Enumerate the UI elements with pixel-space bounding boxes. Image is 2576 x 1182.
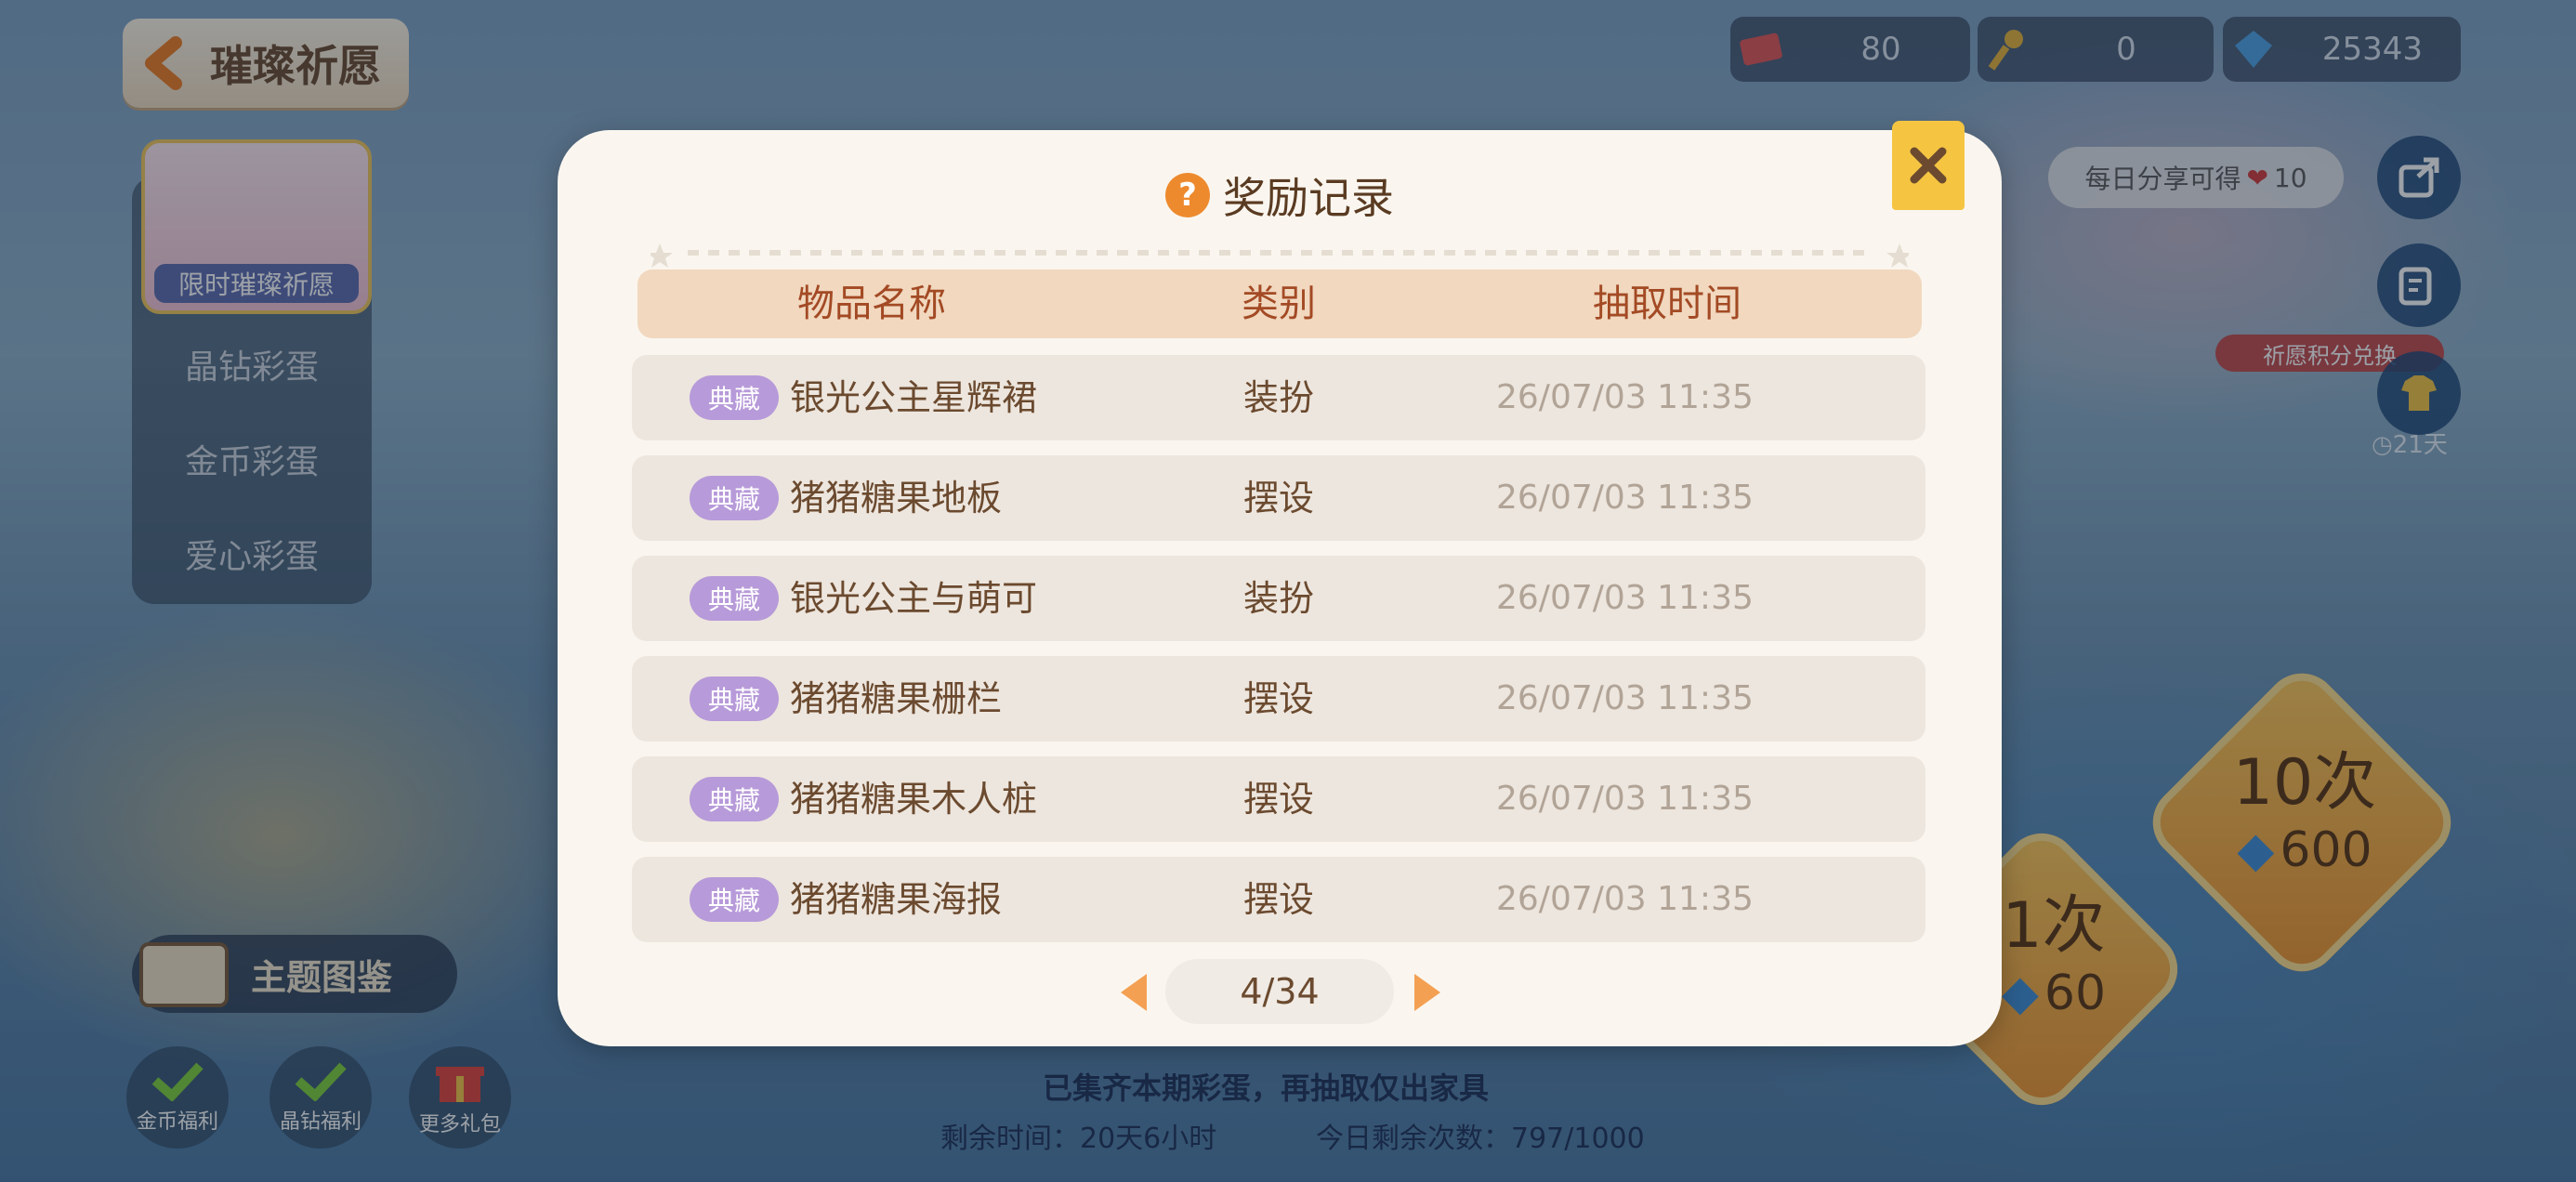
rarity-badge: 典藏 xyxy=(690,877,779,922)
draw-time: 26/07/03 11:35 xyxy=(1496,679,1754,717)
draw-time: 26/07/03 11:35 xyxy=(1496,479,1754,517)
item-category: 摆设 xyxy=(1242,478,1314,519)
item-name: 银光公主星辉裙 xyxy=(790,377,1038,418)
rarity-badge: 典藏 xyxy=(690,676,779,721)
pagination: 4/34 xyxy=(558,959,2002,1024)
table-row: 典藏 猪猪糖果栅栏 摆设 26/07/03 11:35 xyxy=(632,656,1925,742)
page-indicator: 4/34 xyxy=(1165,959,1394,1024)
col-item-name: 物品名称 xyxy=(797,282,946,325)
table-header: 物品名称 类别 抽取时间 xyxy=(637,269,1922,338)
item-category: 摆设 xyxy=(1242,678,1314,719)
rarity-badge: 典藏 xyxy=(690,576,779,621)
item-category: 装扮 xyxy=(1242,578,1314,619)
item-category: 摆设 xyxy=(1242,779,1314,820)
item-name: 猪猪糖果栅栏 xyxy=(790,678,1003,719)
draw-time: 26/07/03 11:35 xyxy=(1496,880,1754,918)
item-category: 装扮 xyxy=(1242,377,1314,418)
draw-time: 26/07/03 11:35 xyxy=(1496,579,1754,617)
col-draw-time: 抽取时间 xyxy=(1593,282,1741,325)
modal-header: ? 奖励记录 xyxy=(558,158,2002,232)
rarity-badge: 典藏 xyxy=(690,777,779,821)
draw-time: 26/07/03 11:35 xyxy=(1496,780,1754,818)
next-page-button[interactable] xyxy=(1409,972,1446,1013)
reward-record-modal: ? 奖励记录 物品名称 类别 抽取时间 典藏 银光公主星辉裙 装扮 26/07/03 … xyxy=(558,130,2002,1046)
decorative-divider xyxy=(651,243,1909,268)
table-row: 典藏 银光公主星辉裙 装扮 26/07/03 11:35 xyxy=(632,355,1925,440)
item-name: 猪猪糖果海报 xyxy=(790,879,1003,920)
table-row: 典藏 猪猪糖果木人桩 摆设 26/07/03 11:35 xyxy=(632,756,1925,842)
prev-page-button[interactable] xyxy=(1115,972,1152,1013)
item-name: 银光公主与萌可 xyxy=(790,578,1038,619)
draw-time: 26/07/03 11:35 xyxy=(1496,378,1754,416)
table-row: 典藏 猪猪糖果地板 摆设 26/07/03 11:35 xyxy=(632,455,1925,541)
item-name: 猪猪糖果木人桩 xyxy=(790,779,1038,820)
table-row: 典藏 猪猪糖果海报 摆设 26/07/03 11:35 xyxy=(632,857,1925,942)
col-category: 类别 xyxy=(1242,282,1316,325)
item-name: 猪猪糖果地板 xyxy=(790,478,1003,519)
close-button[interactable] xyxy=(1892,121,1965,210)
close-icon xyxy=(1910,147,1947,184)
modal-title: 奖励记录 xyxy=(1223,173,1394,223)
table-row: 典藏 银光公主与萌可 装扮 26/07/03 11:35 xyxy=(632,556,1925,641)
rarity-badge: 典藏 xyxy=(690,476,779,520)
help-icon[interactable]: ? xyxy=(1165,173,1210,217)
rarity-badge: 典藏 xyxy=(690,375,779,420)
item-category: 摆设 xyxy=(1242,879,1314,920)
